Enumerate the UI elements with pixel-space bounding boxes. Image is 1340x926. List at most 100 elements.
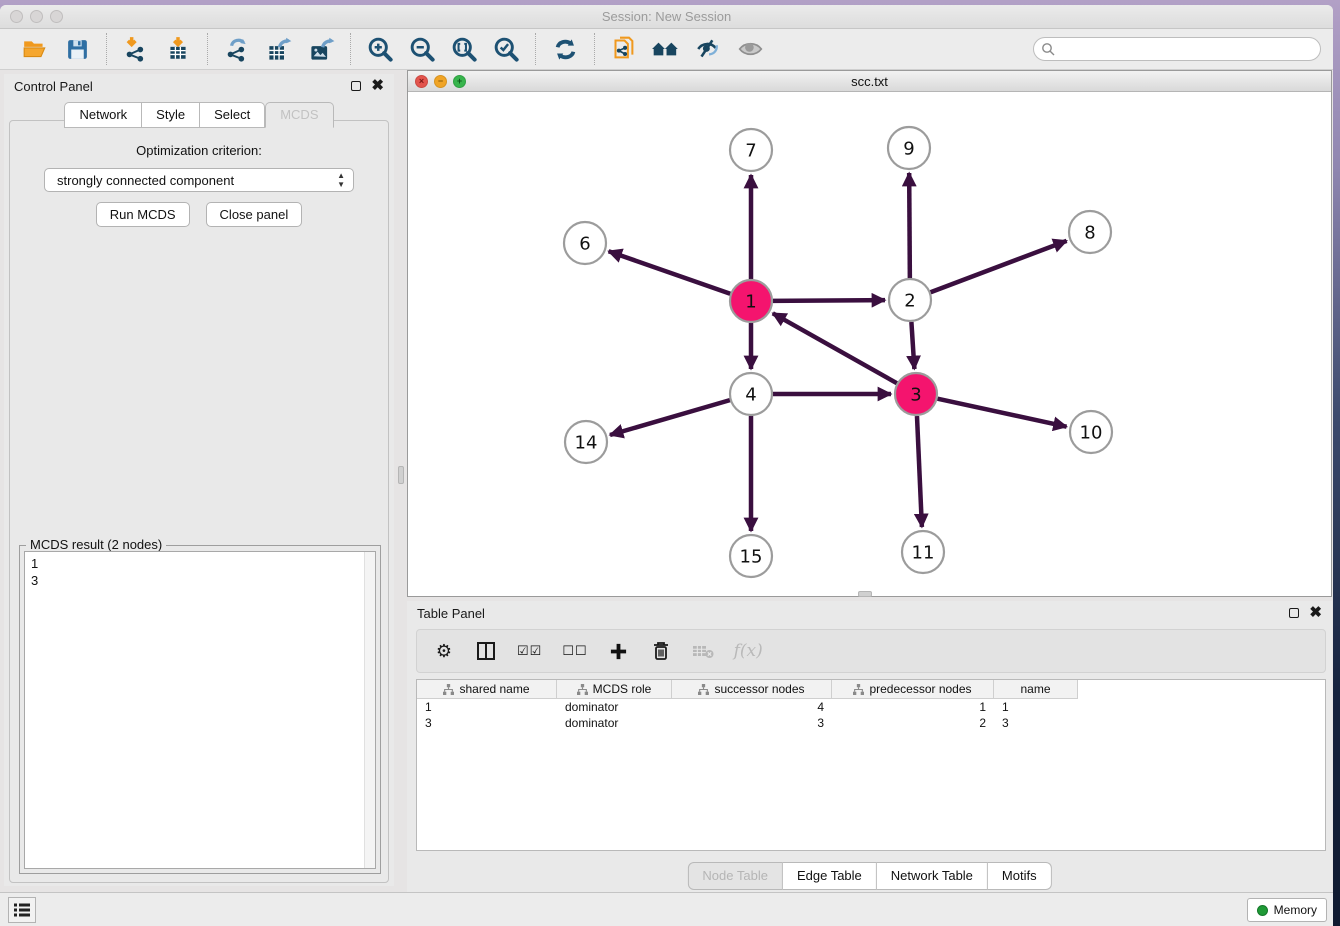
open-file-button[interactable] xyxy=(20,34,50,64)
toolbar-separator xyxy=(350,33,351,65)
column-header-mcds-role[interactable]: MCDS role xyxy=(557,680,672,699)
svg-text:1: 1 xyxy=(745,291,756,312)
graph-node-15[interactable]: 15 xyxy=(730,535,772,577)
table-cell[interactable]: 3 xyxy=(994,715,1078,731)
graph-node-4[interactable]: 4 xyxy=(730,373,772,415)
clone-network-button[interactable] xyxy=(609,34,639,64)
graph-node-6[interactable]: 6 xyxy=(564,222,606,264)
control-tab-style[interactable]: Style xyxy=(142,102,200,128)
zoom-fit-button[interactable] xyxy=(449,34,479,64)
table-panel-tabs: Node TableEdge TableNetwork TableMotifs xyxy=(687,862,1051,890)
mcds-result-area[interactable]: 1 3 xyxy=(24,551,376,869)
graph-node-14[interactable]: 14 xyxy=(565,421,607,463)
table-row[interactable]: 3dominator323 xyxy=(417,715,1325,731)
panel-tab-network-table[interactable]: Network Table xyxy=(877,862,988,890)
graph-node-3[interactable]: 3 xyxy=(895,373,937,415)
run-mcds-button[interactable]: Run MCDS xyxy=(96,202,190,227)
show-graphics-button[interactable] xyxy=(735,34,765,64)
column-header-shared-name[interactable]: shared name xyxy=(417,680,557,699)
refresh-button[interactable] xyxy=(550,34,580,64)
export-network-button[interactable] xyxy=(222,34,252,64)
memory-button[interactable]: Memory xyxy=(1247,898,1327,922)
eye-slash-icon xyxy=(694,36,722,62)
houses-icon xyxy=(651,36,681,62)
select-none-button[interactable]: ☐☐ xyxy=(562,638,587,664)
graph-node-1[interactable]: 1 xyxy=(730,280,772,322)
close-table-panel-icon[interactable]: ✖ xyxy=(1309,608,1322,618)
table-row[interactable]: 1dominator411 xyxy=(417,699,1325,715)
graph-node-7[interactable]: 7 xyxy=(730,129,772,171)
home-layout-button[interactable] xyxy=(651,34,681,64)
graph-node-10[interactable]: 10 xyxy=(1070,411,1112,453)
control-tab-mcds[interactable]: MCDS xyxy=(265,102,333,128)
graph-edge-3-1[interactable] xyxy=(773,313,897,383)
table-cell[interactable]: dominator xyxy=(557,715,672,731)
column-header-predecessor-nodes[interactable]: predecessor nodes xyxy=(832,680,994,699)
optimization-criterion-label: Optimization criterion: xyxy=(10,143,388,158)
network-maximize-button[interactable]: + xyxy=(453,75,466,88)
float-panel-icon[interactable] xyxy=(351,81,361,91)
zoom-selected-button[interactable] xyxy=(491,34,521,64)
network-minimize-button[interactable]: − xyxy=(434,75,447,88)
table-cell[interactable]: 4 xyxy=(672,699,832,715)
horizontal-splitter-grip[interactable] xyxy=(858,591,872,597)
zoom-out-icon xyxy=(409,36,436,63)
panel-tab-node-table[interactable]: Node Table xyxy=(687,862,783,890)
export-table-button[interactable] xyxy=(264,34,294,64)
panel-tab-edge-table[interactable]: Edge Table xyxy=(783,862,877,890)
close-window-button[interactable] xyxy=(10,10,23,23)
column-visibility-button[interactable] xyxy=(475,638,497,664)
graph-node-11[interactable]: 11 xyxy=(902,531,944,573)
zoom-in-button[interactable] xyxy=(365,34,395,64)
panel-tab-motifs[interactable]: Motifs xyxy=(988,862,1052,890)
graph-edge-2-9[interactable] xyxy=(909,173,910,278)
graph-edge-2-8[interactable] xyxy=(931,241,1067,292)
column-header-name[interactable]: name xyxy=(994,680,1078,699)
graph-edge-4-14[interactable] xyxy=(610,400,730,435)
save-session-button[interactable] xyxy=(62,34,92,64)
column-header-successor-nodes[interactable]: successor nodes xyxy=(672,680,832,699)
table-panel-title: Table Panel xyxy=(417,606,485,621)
table-cell[interactable]: 1 xyxy=(994,699,1078,715)
graph-edge-3-11[interactable] xyxy=(917,416,922,527)
result-scrollbar[interactable] xyxy=(364,552,375,868)
hide-style-button[interactable] xyxy=(693,34,723,64)
graph-edge-3-10[interactable] xyxy=(937,399,1066,427)
table-cell[interactable]: 1 xyxy=(417,699,557,715)
close-panel-icon[interactable]: ✖ xyxy=(371,81,384,91)
table-cell[interactable]: 2 xyxy=(832,715,994,731)
graph-edge-1-2[interactable] xyxy=(773,300,885,301)
table-settings-button[interactable]: ⚙ xyxy=(433,638,455,664)
float-table-panel-icon[interactable] xyxy=(1289,608,1299,618)
table-cell[interactable]: dominator xyxy=(557,699,672,715)
search-input[interactable] xyxy=(1033,37,1321,61)
minimize-window-button[interactable] xyxy=(30,10,43,23)
zoom-out-button[interactable] xyxy=(407,34,437,64)
select-all-button[interactable]: ☑☑ xyxy=(517,638,542,664)
table-cell[interactable]: 3 xyxy=(417,715,557,731)
control-tab-network[interactable]: Network xyxy=(64,102,142,128)
table-cell[interactable]: 1 xyxy=(832,699,994,715)
graph-edge-2-3[interactable] xyxy=(911,322,914,369)
close-panel-button[interactable]: Close panel xyxy=(206,202,303,227)
network-canvas[interactable]: 7 9 6 8 1 2 4 3 14 10 15 11 xyxy=(408,92,1331,596)
graph-node-8[interactable]: 8 xyxy=(1069,211,1111,253)
graph-edge-1-6[interactable] xyxy=(609,251,731,293)
optimization-criterion-select[interactable]: strongly connected component ▲▼ xyxy=(44,168,354,192)
network-close-button[interactable]: × xyxy=(415,75,428,88)
task-history-button[interactable] xyxy=(8,897,36,923)
graph-node-2[interactable]: 2 xyxy=(889,279,931,321)
add-column-button[interactable] xyxy=(608,638,630,664)
table-body: 1dominator4113dominator323 xyxy=(417,699,1325,731)
export-image-button[interactable] xyxy=(306,34,336,64)
toolbar-separator xyxy=(106,33,107,65)
vertical-splitter-grip[interactable] xyxy=(398,466,404,484)
import-table-button[interactable] xyxy=(163,34,193,64)
delete-column-button[interactable] xyxy=(650,638,672,664)
svg-text:2: 2 xyxy=(904,290,915,311)
graph-node-9[interactable]: 9 xyxy=(888,127,930,169)
table-cell[interactable]: 3 xyxy=(672,715,832,731)
maximize-window-button[interactable] xyxy=(50,10,63,23)
control-tab-select[interactable]: Select xyxy=(200,102,265,128)
import-network-button[interactable] xyxy=(121,34,151,64)
